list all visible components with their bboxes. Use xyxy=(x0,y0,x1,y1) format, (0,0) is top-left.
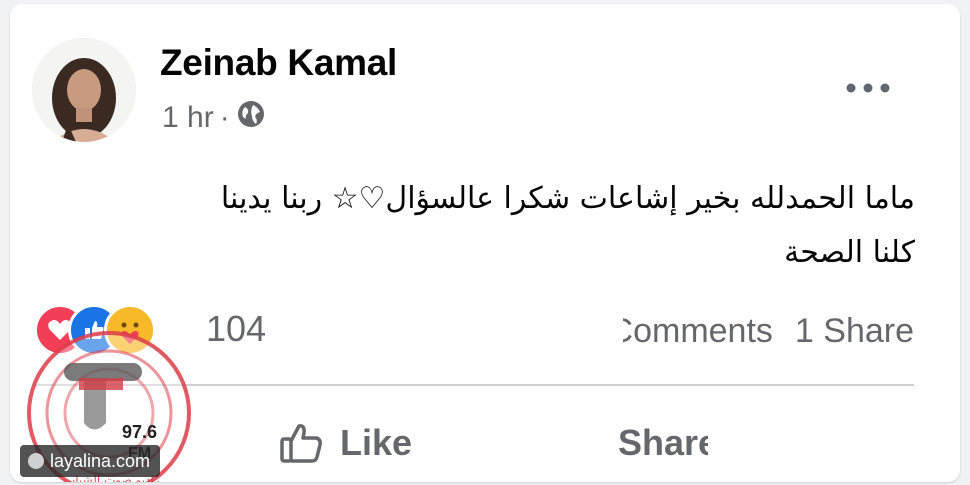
author-avatar[interactable] xyxy=(32,38,136,142)
watermark-site-label: layalina.com xyxy=(50,450,151,471)
like-button[interactable]: Like xyxy=(278,408,412,478)
share-button[interactable]: Share xyxy=(618,408,708,478)
post-text: ماما الحمدلله بخير إشاعات شكرا عالسؤال♡☆… xyxy=(30,172,915,280)
reaction-count: 104 xyxy=(206,308,267,349)
globe-icon xyxy=(236,99,266,137)
post-meta: 1 hr · xyxy=(162,98,266,138)
watermark-site-badge: layalina.com xyxy=(20,445,161,477)
post-text-line: كلنا الصحة xyxy=(784,235,915,270)
engagement-stats: Comments 1 Share xyxy=(622,308,914,354)
divider xyxy=(34,384,914,386)
post-text-line: ماما الحمدلله بخير إشاعات شكرا عالسؤال♡☆… xyxy=(220,181,915,216)
post-actions-bar: Like Share xyxy=(34,408,914,478)
shares-count-link[interactable]: 1 Share xyxy=(795,312,914,351)
post-card: Zeinab Kamal 1 hr · ماما الحمدلله بخير إ… xyxy=(10,4,960,482)
meta-separator: · xyxy=(219,101,230,134)
post-timestamp[interactable]: 1 hr xyxy=(162,101,214,135)
like-button-label: Like xyxy=(340,422,413,463)
more-options-button[interactable] xyxy=(840,70,896,106)
thumbs-up-icon xyxy=(280,424,322,463)
comments-count-link[interactable]: Comments xyxy=(623,312,773,350)
care-reaction-icon xyxy=(104,304,156,356)
share-button-label: Share xyxy=(618,422,708,463)
ellipsis-icon xyxy=(846,83,890,93)
reactions-summary[interactable]: 104 xyxy=(34,304,284,356)
author-name[interactable]: Zeinab Kamal xyxy=(160,42,397,84)
site-logo-icon xyxy=(28,453,44,469)
